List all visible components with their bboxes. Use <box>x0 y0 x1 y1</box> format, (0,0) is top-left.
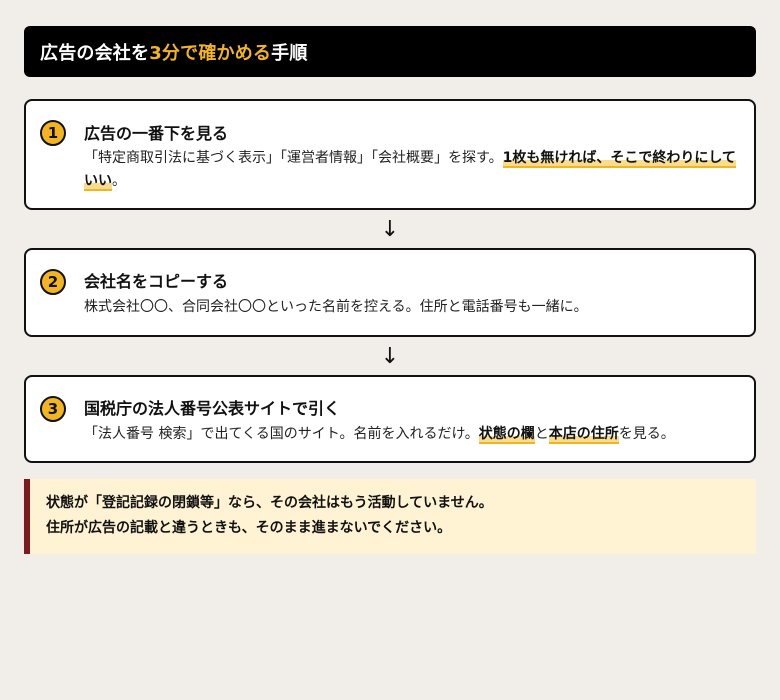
step-card-1: 1 広告の一番下を見る 「特定商取引法に基づく表示」「運営者情報」「会社概要」を… <box>24 99 756 210</box>
step-description-mid: と <box>534 426 549 442</box>
step-title: 会社名をコピーする <box>84 272 229 291</box>
step-description-end: を見る。 <box>618 426 675 442</box>
highlight-mark: 本店の住所 <box>548 426 619 444</box>
warning-box: 状態が「登記記録の閉鎖等」なら、その会社はもう活動していません。 住所が広告の記… <box>24 479 756 554</box>
step-description-end: 。 <box>112 173 126 189</box>
title-text-start: 広告の会社を <box>40 42 150 64</box>
highlight-mark: 状態の欄 <box>478 426 535 444</box>
down-arrow-icon: ↓ <box>380 217 400 242</box>
down-arrow-icon: ↓ <box>380 344 400 369</box>
step-description-text: 「特定商取引法に基づく表示」「運営者情報」「会社概要」を探す。 <box>84 150 503 166</box>
title-highlight: 3分で確かめる <box>149 42 272 64</box>
step-number-badge: 1 <box>40 120 66 146</box>
step-description: 「特定商取引法に基づく表示」「運営者情報」「会社概要」を探す。1枚も無ければ、そ… <box>84 147 736 193</box>
step-number-badge: 3 <box>40 396 66 422</box>
step-card-2: 2 会社名をコピーする 株式会社〇〇、合同会社〇〇といった名前を控える。住所と電… <box>24 248 756 337</box>
step-title: 広告の一番下を見る <box>84 124 229 143</box>
page: 広告の会社を 3分で確かめる 手順 1 広告の一番下を見る 「特定商取引法に基づく表… <box>0 0 780 700</box>
title-text-end: 手順 <box>271 42 308 64</box>
step-number-badge: 2 <box>40 269 66 295</box>
step-description: 株式会社〇〇、合同会社〇〇といった名前を控える。住所と電話番号も一緒に。 <box>84 299 588 315</box>
warning-line-2: 住所が広告の記載と違うときも、そのまま進まないでください。 <box>46 520 452 536</box>
step-description-text: 「法人番号 検索」で出てくる国のサイト。名前を入れるだけ。 <box>84 426 479 442</box>
step-title: 国税庁の法人番号公表サイトで引く <box>84 399 341 418</box>
step-card-3: 3 国税庁の法人番号公表サイトで引く 「法人番号 検索」で出てくる国のサイト。名… <box>24 375 756 463</box>
warning-line-1: 状態が「登記記録の閉鎖等」なら、その会社はもう活動していません。 <box>46 495 493 511</box>
page-title: 広告の会社を 3分で確かめる 手順 <box>24 26 756 77</box>
step-description: 「法人番号 検索」で出てくる国のサイト。名前を入れるだけ。状態の欄と本店の住所を… <box>84 423 736 446</box>
